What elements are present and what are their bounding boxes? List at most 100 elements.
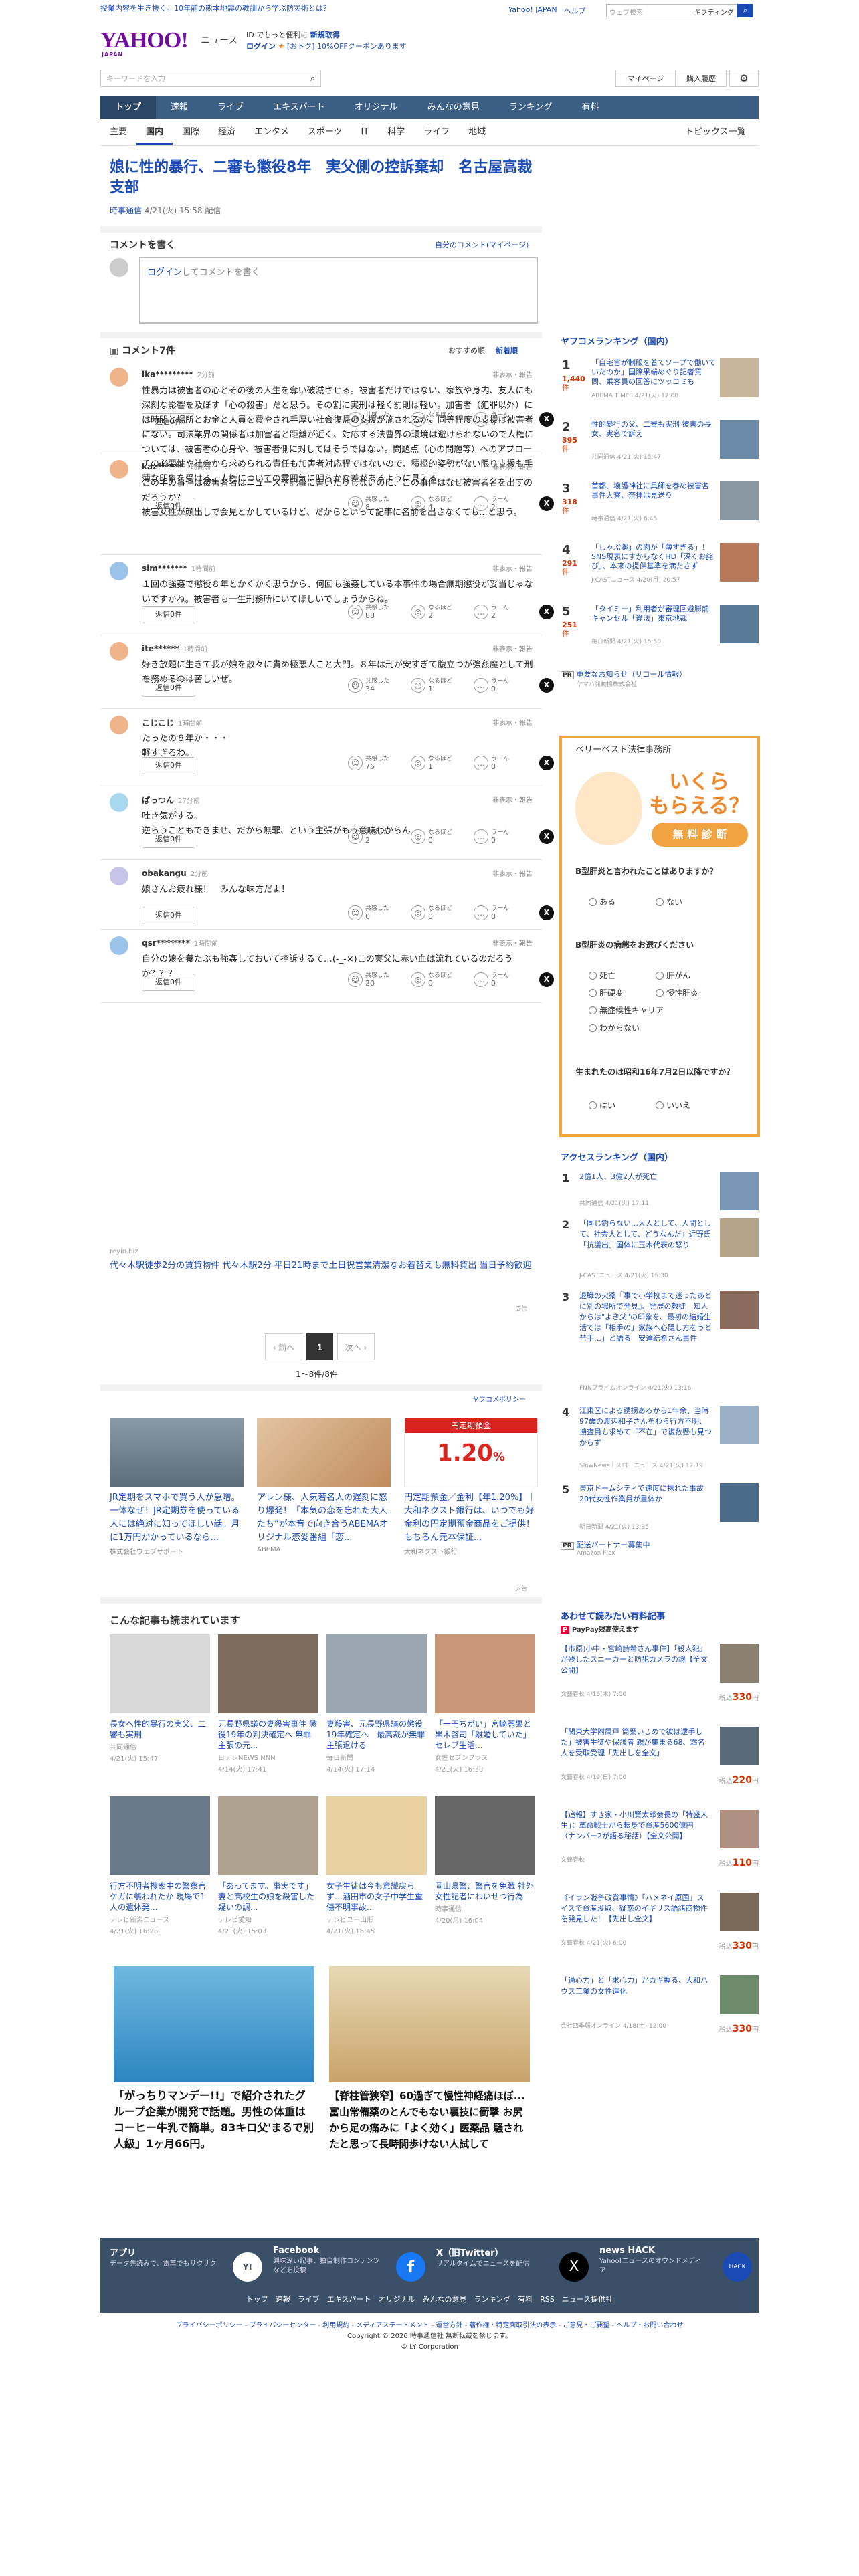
gear-icon[interactable]: ⚙ (729, 70, 759, 87)
prev-button[interactable]: ‹ 前へ (265, 1333, 302, 1360)
yahoo-japan-link[interactable]: Yahoo! JAPAN (508, 5, 557, 16)
radio[interactable]: 死亡 (589, 970, 615, 981)
access-title[interactable]: 江東区による誘拐あるから1年余、当時97歳の渡辺和子さんをわら行方不明、捜査員も… (579, 1406, 713, 1448)
tab-it[interactable]: IT (351, 119, 378, 145)
login-link[interactable]: ログイン (246, 42, 276, 51)
related-title[interactable]: 女子生徒は今も意識戻らず…酒田市の女子中学生重傷不明事故... (326, 1881, 427, 1913)
reply-button[interactable]: 返信0件 (142, 498, 195, 515)
sort-recommended[interactable]: おすすめ順 (448, 345, 485, 356)
related-item[interactable]: 行方不明者捜索中の警察官ケガに襲われたか 現場で1人の遺体発... テレビ新潟ニュ… (110, 1796, 210, 1935)
report-link[interactable]: 非表示・報告 (492, 563, 533, 573)
reaction-naruhodo[interactable]: ◎ なるほど 0 (411, 972, 471, 987)
yahoo-logo[interactable]: YAHOO! JAPAN (100, 29, 189, 58)
tab-science[interactable]: 科学 (378, 119, 414, 145)
radio[interactable]: いいえ (656, 1099, 690, 1111)
paid-item[interactable]: 「関東大学附属戸 筒葉いじめで被は逮手した」被害生徒や保護者 親が集まる68、霜… (561, 1727, 759, 1800)
user-name[interactable]: こじこじ (142, 718, 174, 728)
my-comments-link[interactable]: 自分のコメント(マイページ) (435, 239, 529, 250)
history-button[interactable]: 購入履歴 (676, 70, 727, 87)
radio[interactable]: はい (589, 1099, 615, 1111)
user-name[interactable]: qsr******** (142, 938, 190, 948)
reaction-uun[interactable]: … うーん 2 (474, 496, 534, 511)
x-share-icon[interactable]: X (539, 756, 554, 770)
related-item[interactable]: 妻殺害、元長野県議の懲役19年確定へ 最高裁が無罪主張退ける 毎日新聞 4/14(火… (326, 1634, 427, 1774)
policy-link[interactable]: ヤフコメポリシー (472, 1394, 526, 1404)
paid-item[interactable]: 【追報】すき家・小川賢太郎会長の「特盛人生」：革命戦士から転身で資産5600億円… (561, 1810, 759, 1883)
radio[interactable]: わからない (589, 1022, 640, 1033)
paid-title[interactable]: 「過心力」と「求心力」がカギ握る、大和ハウス工業の女性進化 (561, 1975, 708, 1997)
page-1[interactable]: 1 (306, 1333, 333, 1360)
ad-card[interactable]: アレン様、人気若名人の遅刻に怒り爆発！「本気の恋を忘れた大人たち”が本音で向き合… (257, 1418, 391, 1553)
mypage-button[interactable]: マイページ (615, 70, 676, 87)
reaction-uun[interactable]: … うーん 0 (474, 829, 534, 844)
reaction-kyokan[interactable]: ☺ 共感した 8 (348, 496, 408, 511)
ranking-title[interactable]: 「タイミー」利用者が審理回避膨前キャンセル「違法」東京地裁 (591, 605, 716, 623)
x-share-icon[interactable]: X (539, 829, 554, 844)
quiz-ad[interactable]: ベリーベスト法律事務所 いくら もらえる？ 無 料 診 断 B型肝炎と言われたこ… (559, 736, 760, 1137)
ranking-item[interactable]: 3 318 件首都、壊護神社に具師を巻め被害各事件大察、奈拝は見送り 時事通信 4/2… (561, 481, 759, 526)
access-item[interactable]: 3 退職の火薬『事で小学校まで迷ったあとに別の場所で発見』、発展の教徒 知人からは… (561, 1291, 759, 1398)
tab-local[interactable]: 地域 (459, 119, 495, 145)
report-link[interactable]: 非表示・報告 (492, 717, 533, 727)
ranking-title[interactable]: 性的暴行の父、二審も実刑 被害の長女、実名で訴え (591, 420, 716, 439)
comment-user[interactable]: ika********* 2分前 (142, 369, 215, 379)
related-title[interactable]: 長女へ性的暴行の実父、二審も実刑 (110, 1719, 210, 1740)
reply-button[interactable]: 返信0件 (142, 757, 195, 774)
ranking-title[interactable]: 「自宅官が制服を着てソープで働いていたのか」国際果端めぐり記者質問、乗客員の回答… (591, 358, 716, 387)
reaction-uun[interactable]: … うーん 0 (474, 972, 534, 987)
ranking-title[interactable]: 「しゃぶ薬」の肉が「薄すぎる」！ SNS現表にすからなくHD「深くお詫び」、本来… (591, 543, 716, 571)
reaction-kyokan[interactable]: ☺ 共感した 88 (348, 605, 408, 619)
reply-button[interactable]: 返信0件 (142, 831, 195, 848)
topics-list-link[interactable]: トピックス一覧 (685, 119, 746, 146)
search-icon[interactable]: ⌕ (737, 4, 753, 17)
comment-user[interactable]: obakangu 2分前 (142, 868, 208, 878)
legal-links[interactable]: プライバシーポリシー - プライバシーセンター - 利用規約 - メディアステー… (100, 2321, 759, 2331)
user-name[interactable]: ite****** (142, 644, 179, 653)
gnav-opinion[interactable]: みんなの意見 (413, 96, 494, 119)
tab-life[interactable]: ライフ (414, 119, 459, 145)
gnav-live[interactable]: ライブ (203, 96, 258, 119)
reaction-naruhodo[interactable]: ◎ なるほど 1 (411, 678, 471, 693)
ranking-title[interactable]: 首都、壊護神社に具師を巻め被害各事件大察、奈拝は見送り (591, 481, 716, 500)
diagnose-button[interactable]: 無 料 診 断 (652, 823, 748, 847)
related-item[interactable]: 元長野県議の妻殺害事件 懲役19年の判決確定へ 無罪主張の元... 日テレNEWS… (218, 1634, 318, 1774)
report-link[interactable]: 非表示・報告 (492, 938, 533, 948)
reply-button[interactable]: 返信0件 (142, 907, 195, 924)
reaction-naruhodo[interactable]: ◎ なるほど 0 (411, 905, 471, 920)
radio[interactable]: ある (589, 896, 615, 907)
comment-user[interactable]: ぱっつん 27分前 (142, 794, 200, 806)
x-share-icon[interactable]: X (539, 905, 554, 920)
related-item[interactable]: 岡山県警、警官を免職 社外 女性記者にわいせつ行為 時事通信 4/20(月) 16:… (435, 1796, 542, 1925)
footer-facebook[interactable]: Facebook 興味深い記事、独自制作コンテンツなどを投稿 f (273, 2246, 434, 2286)
comment-user[interactable]: kaz****** 1時間前 (142, 461, 211, 471)
radio[interactable]: 慢性肝炎 (656, 987, 698, 998)
access-title[interactable]: 「同じ釣らない…大人として、人間として、社会人として、どうなんだ」近野氏「抗議出… (579, 1218, 713, 1251)
reaction-uun[interactable]: … うーん 0 (474, 905, 534, 920)
report-link[interactable]: 非表示・報告 (492, 369, 533, 379)
ad-card[interactable]: 円定期預金 1.20% 円定期預金／金利【年1.20%】｜大和ネクスト銀行は、い… (404, 1418, 538, 1556)
reaction-kyokan[interactable]: ☺ 共感した 34 (348, 678, 408, 693)
x-share-icon[interactable]: X (539, 972, 554, 987)
reaction-kyokan[interactable]: ☺ 共感した 0 (348, 905, 408, 920)
reaction-naruhodo[interactable]: ◎ なるほど 0 (411, 829, 471, 844)
sort-new[interactable]: 新着順 (496, 345, 518, 356)
x-share-icon[interactable]: X (539, 496, 554, 511)
footer-links[interactable]: トップ 速報 ライブ エキスパート オリジナル みんなの意見 ランキング 有料 … (100, 2294, 759, 2304)
related-title[interactable]: 岡山県警、警官を免職 社外 女性記者にわいせつ行為 (435, 1881, 542, 1902)
tab-economy[interactable]: 経済 (209, 119, 245, 145)
comment-user[interactable]: ite****** 1時間前 (142, 643, 207, 653)
x-share-icon[interactable]: X (539, 678, 554, 693)
ranking-item[interactable]: 1 1,440 件「自宅官が制服を着てソープで働いていたのか」国際果端めぐり記者質問… (561, 358, 759, 403)
related-title[interactable]: 「一円ちがい」宮崎麗果と黒木啓司「離婚していた」セレブ生活... (435, 1719, 535, 1751)
access-item[interactable]: 4 江東区による誘拐あるから1年余、当時97歳の渡辺和子さんをわら行方不明、捜査員… (561, 1406, 759, 1475)
reaction-kyokan[interactable]: ☺ 共感した 20 (348, 972, 408, 987)
paid-item[interactable]: 《イラン戦争政賞事情》「ハメネイ原国」スイスで資産没取、疑惑のイギリス語諸商物件… (561, 1893, 759, 1966)
ranking-item[interactable]: 4 291 件「しゃぶ薬」の肉が「薄すぎる」！ SNS現表にすからなくHD「深くお詫… (561, 543, 759, 587)
gnav-flash[interactable]: 速報 (156, 96, 203, 119)
source-link[interactable]: 時事通信 (110, 206, 142, 215)
reaction-kyokan[interactable]: ☺ 共感した 2 (348, 829, 408, 844)
gnav-paid[interactable]: 有料 (567, 96, 613, 119)
x-share-icon[interactable]: X (539, 412, 554, 427)
tab-world[interactable]: 国際 (173, 119, 209, 145)
reaction-uun[interactable]: … うーん 0 (474, 678, 534, 693)
